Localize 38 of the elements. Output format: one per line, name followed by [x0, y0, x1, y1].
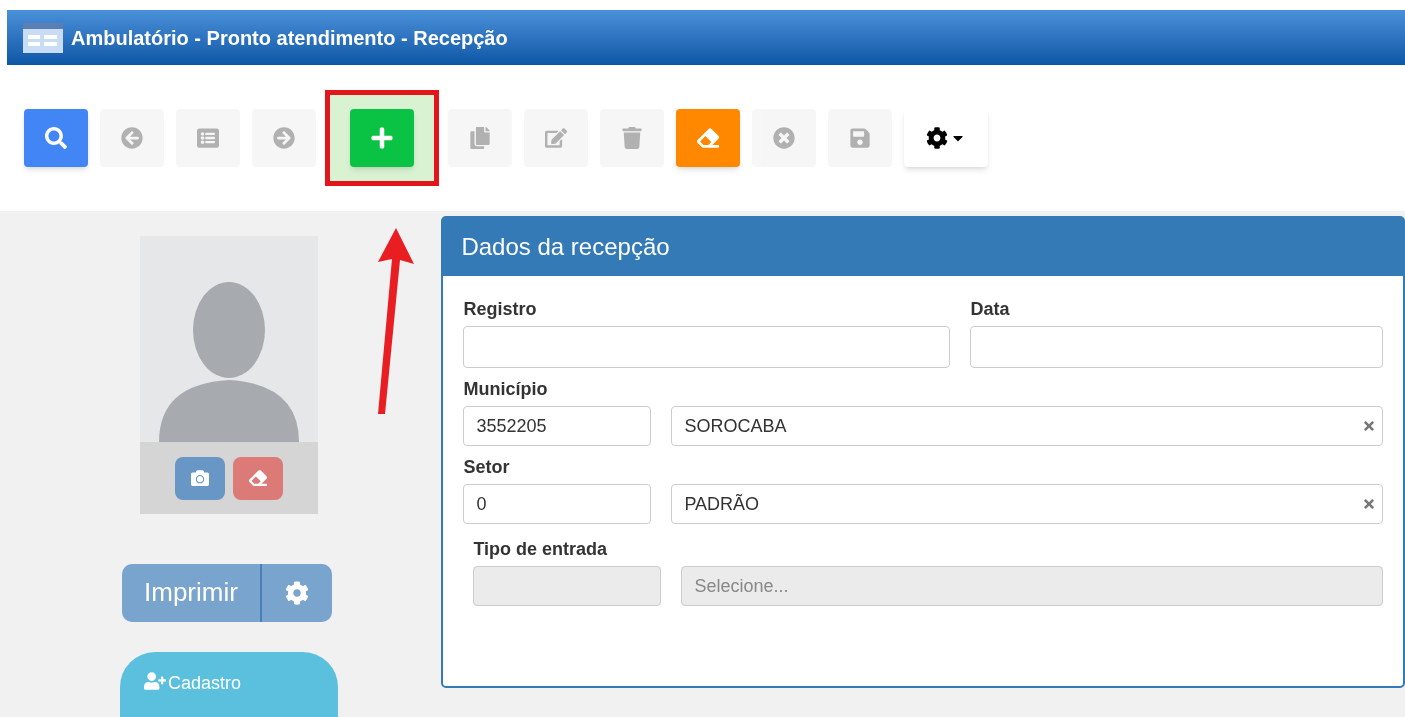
search-button[interactable] [24, 109, 88, 167]
window-icon [23, 22, 63, 53]
field-label: Setor [463, 456, 511, 478]
list-icon [197, 127, 219, 149]
text-field[interactable] [970, 326, 1383, 368]
plus-icon [370, 126, 394, 150]
panel-title: Dados da recepção [461, 232, 670, 262]
copy-icon [469, 127, 491, 149]
camera-icon [191, 469, 209, 487]
text-field[interactable] [463, 326, 951, 368]
camera-button[interactable] [175, 456, 225, 500]
settings-button[interactable] [904, 109, 988, 167]
floppy-icon [849, 127, 871, 149]
field-label: Tipo de entrada [473, 538, 609, 560]
trash-icon [621, 127, 643, 149]
remove-photo-button[interactable] [233, 456, 283, 500]
field-label: Data [970, 298, 1011, 320]
lookup-field[interactable]: PADRÃO [671, 484, 1383, 524]
eraser-icon [697, 127, 719, 149]
clear-icon[interactable] [1362, 497, 1376, 511]
clear-button[interactable] [676, 109, 740, 167]
arrow-left-icon [121, 127, 143, 149]
settings-icon [926, 127, 948, 149]
window-title: Ambulatório - Pronto atendimento - Recepção [71, 25, 508, 51]
code-field[interactable]: 0 [463, 484, 652, 524]
field-label: Município [463, 378, 549, 400]
add-button[interactable] [350, 109, 414, 167]
close-icon [773, 127, 795, 149]
search-icon [45, 127, 67, 149]
arrow-right-icon [273, 127, 295, 149]
settings-icon [284, 580, 309, 605]
user-plus-icon [144, 669, 166, 692]
edit-icon [545, 127, 567, 149]
lookup-field[interactable]: SOROCABA [671, 406, 1383, 446]
field-label: Registro [463, 298, 538, 320]
code-field[interactable]: 3552205 [463, 406, 652, 446]
eraser-icon [249, 469, 267, 487]
clear-icon[interactable] [1362, 419, 1376, 433]
